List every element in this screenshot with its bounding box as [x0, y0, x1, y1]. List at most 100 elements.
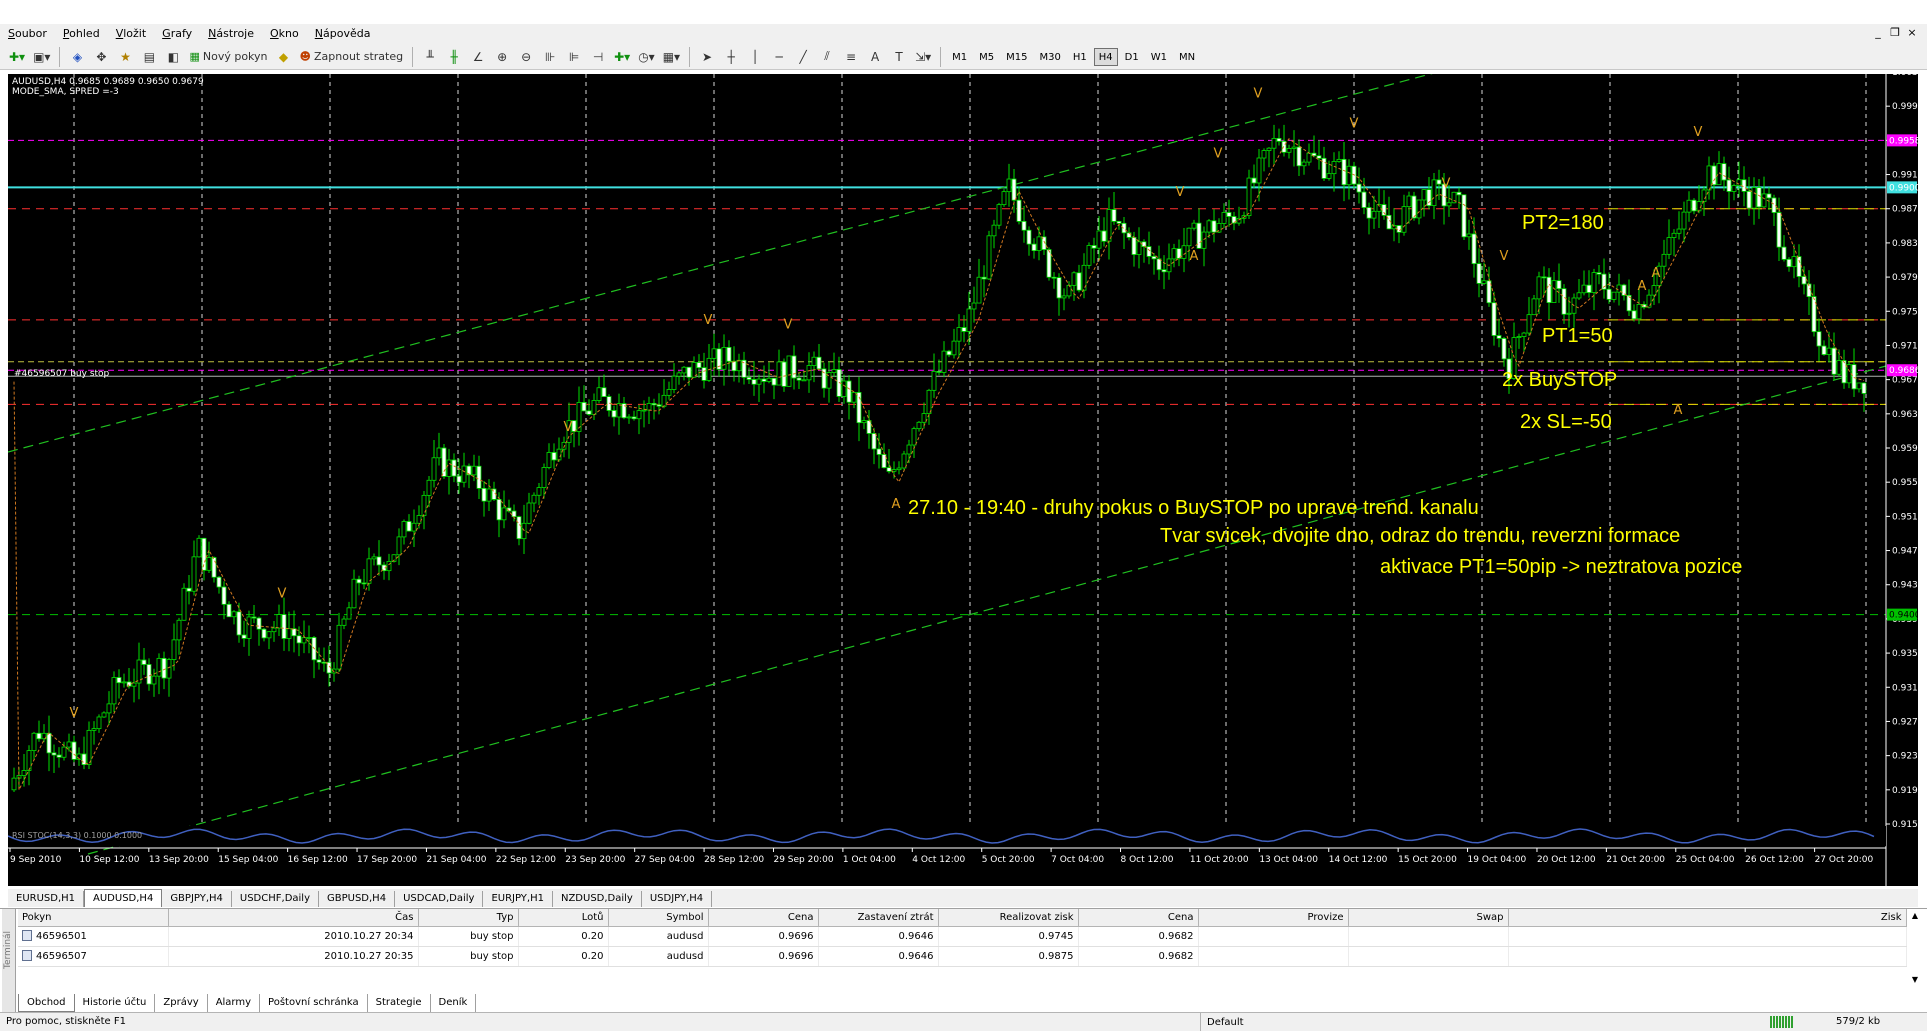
- tab-alarmy[interactable]: Alarmy: [208, 994, 261, 1012]
- menu-okno[interactable]: Okno: [262, 24, 307, 44]
- text-tool-icon[interactable]: A: [864, 46, 886, 68]
- new-order-button[interactable]: ▦ Nový pokyn: [186, 46, 270, 68]
- arrows-icon[interactable]: ⇲▾: [912, 46, 934, 68]
- tab-zpravy[interactable]: Zprávy: [155, 994, 208, 1012]
- table-row[interactable]: 46596507 2010.10.27 20:35 buy stop 0.20 …: [18, 946, 1907, 967]
- timeframe-m1[interactable]: M1: [947, 48, 972, 66]
- terminal-scrollbar[interactable]: ▲ ▼: [1909, 911, 1923, 991]
- chart-tab-usdcad[interactable]: USDCAD,Daily: [395, 891, 484, 907]
- candle-body: [356, 578, 362, 584]
- table-row[interactable]: 46596501 2010.10.27 20:34 buy stop 0.20 …: [18, 926, 1907, 947]
- col-pokyn[interactable]: Pokyn: [18, 909, 169, 927]
- tab-postovni-schranka[interactable]: Poštovní schránka: [260, 994, 368, 1012]
- candle-body: [1496, 335, 1502, 339]
- candle-body: [1186, 227, 1192, 247]
- toolbar: ✚▾ ▣▾ ◈ ✥ ★ ▤ ◧ ▦ Nový pokyn ◆ ☻ Zapnout s…: [0, 44, 1927, 70]
- col-take-profit[interactable]: Realizovat zisk: [938, 909, 1079, 927]
- menu-napoveda[interactable]: Nápověda: [307, 24, 379, 44]
- chart-tab-gbpusd[interactable]: GBPUSD,H4: [319, 891, 396, 907]
- chart-tab-nzdusd[interactable]: NZDUSD,Daily: [553, 891, 642, 907]
- candle-body: [366, 558, 372, 584]
- col-stop-loss[interactable]: Zastavení ztrát: [818, 909, 939, 927]
- chart-tab-eurjpy[interactable]: EURJPY,H1: [483, 891, 553, 907]
- tab-obchod[interactable]: Obchod: [18, 994, 75, 1012]
- terminal-icon[interactable]: ▤: [138, 46, 160, 68]
- trendline-icon[interactable]: ╱: [792, 46, 814, 68]
- candle-body: [731, 360, 737, 372]
- tab-denik[interactable]: Deník: [431, 994, 477, 1012]
- expert-advisors-button[interactable]: ☻ Zapnout strateg: [297, 46, 407, 68]
- col-typ[interactable]: Typ: [418, 909, 519, 927]
- metaeditor-icon[interactable]: ◆: [273, 46, 295, 68]
- fibonacci-icon[interactable]: ≡: [840, 46, 862, 68]
- minimize-button[interactable]: _: [1871, 26, 1885, 39]
- chart-tab-gbpjpy[interactable]: GBPJPY,H4: [162, 891, 232, 907]
- menu-grafy[interactable]: Grafy: [154, 24, 200, 44]
- terminal-side-handle[interactable]: Terminál: [2, 909, 16, 1013]
- indicators-icon[interactable]: ✚▾: [611, 46, 633, 68]
- tile-windows-icon[interactable]: ⊪: [539, 46, 561, 68]
- col-provize[interactable]: Provize: [1198, 909, 1349, 927]
- zoom-in-icon[interactable]: ⊕: [491, 46, 513, 68]
- chart-window[interactable]: VVVVVVVVVVVVAAAAA 1.00350.99950.99550.99…: [8, 74, 1918, 886]
- periods-icon[interactable]: ◷▾: [635, 46, 658, 68]
- autoscroll-icon[interactable]: ⊫: [563, 46, 585, 68]
- timeframe-h4[interactable]: H4: [1093, 47, 1118, 66]
- scroll-up-icon[interactable]: ▲: [1909, 911, 1921, 923]
- menu-vlozit[interactable]: Vložit: [108, 24, 154, 44]
- text-label-icon[interactable]: T: [888, 46, 910, 68]
- zoom-out-icon[interactable]: ⊖: [515, 46, 537, 68]
- col-current-price[interactable]: Cena: [1078, 909, 1199, 927]
- price-chart[interactable]: VVVVVVVVVVVVAAAAA 1.00350.99950.99550.99…: [8, 74, 1918, 886]
- time-tick-label: 8 Oct 12:00: [1121, 855, 1174, 865]
- timeframe-m30[interactable]: M30: [1035, 48, 1066, 66]
- menu-soubor[interactable]: Soubor: [0, 24, 55, 44]
- chart-tab-audusd[interactable]: AUDUSD,H4: [84, 889, 163, 907]
- candle-body: [681, 366, 687, 374]
- timeframe-m15[interactable]: M15: [1001, 48, 1032, 66]
- timeframe-m5[interactable]: M5: [974, 48, 999, 66]
- cursor-icon[interactable]: ➤: [696, 46, 718, 68]
- market-watch-icon[interactable]: ◈: [66, 46, 88, 68]
- candle-chart-icon[interactable]: ╫: [443, 46, 465, 68]
- timeframe-h1[interactable]: H1: [1068, 48, 1092, 66]
- tab-historie[interactable]: Historie účtu: [75, 994, 156, 1012]
- chart-tab-eurusd[interactable]: EURUSD,H1: [8, 891, 85, 907]
- data-window-icon[interactable]: ★: [114, 46, 136, 68]
- timeframe-w1[interactable]: W1: [1146, 48, 1172, 66]
- timeframe-d1[interactable]: D1: [1120, 48, 1144, 66]
- crosshair-icon[interactable]: ┼: [720, 46, 742, 68]
- tester-icon[interactable]: ◧: [162, 46, 184, 68]
- col-cena[interactable]: Cena: [708, 909, 819, 927]
- close-button[interactable]: ×: [1905, 26, 1919, 39]
- col-swap[interactable]: Swap: [1348, 909, 1509, 927]
- new-chart-icon[interactable]: ✚▾: [6, 46, 28, 68]
- templates-icon[interactable]: ▦▾: [660, 46, 683, 68]
- tab-strategie[interactable]: Strategie: [368, 994, 431, 1012]
- fractal-up-marker: V: [70, 706, 79, 721]
- bar-chart-icon[interactable]: ╨: [419, 46, 441, 68]
- menu-pohled[interactable]: Pohled: [55, 24, 108, 44]
- navigator-icon[interactable]: ✥: [90, 46, 112, 68]
- line-chart-icon[interactable]: ∠: [467, 46, 489, 68]
- candle-body: [1561, 288, 1567, 315]
- candle-body: [1566, 312, 1572, 315]
- menu-nastroje[interactable]: Nástroje: [200, 24, 262, 44]
- status-profile[interactable]: Default: [1200, 1013, 1620, 1031]
- timeframe-mn[interactable]: MN: [1174, 48, 1200, 66]
- col-symbol[interactable]: Symbol: [608, 909, 709, 927]
- equidistant-channel-icon[interactable]: ⫽: [816, 46, 838, 68]
- chart-tab-usdjpy[interactable]: USDJPY,H4: [642, 891, 713, 907]
- scroll-down-icon[interactable]: ▼: [1909, 975, 1921, 987]
- price-tick-label: 0.9315: [1892, 683, 1918, 693]
- restore-button[interactable]: ❐: [1888, 26, 1902, 39]
- col-cas[interactable]: Čas: [168, 909, 419, 927]
- horizontal-line-icon[interactable]: ─: [768, 46, 790, 68]
- vertical-line-icon[interactable]: │: [744, 46, 766, 68]
- col-lotu[interactable]: Lotů: [518, 909, 609, 927]
- profiles-icon[interactable]: ▣▾: [30, 46, 53, 68]
- chart-tab-usdchf[interactable]: USDCHF,Daily: [232, 891, 319, 907]
- fractal-up-marker: V: [784, 317, 793, 332]
- chart-shift-icon[interactable]: ⊣: [587, 46, 609, 68]
- col-zisk[interactable]: Zisk: [1508, 909, 1907, 927]
